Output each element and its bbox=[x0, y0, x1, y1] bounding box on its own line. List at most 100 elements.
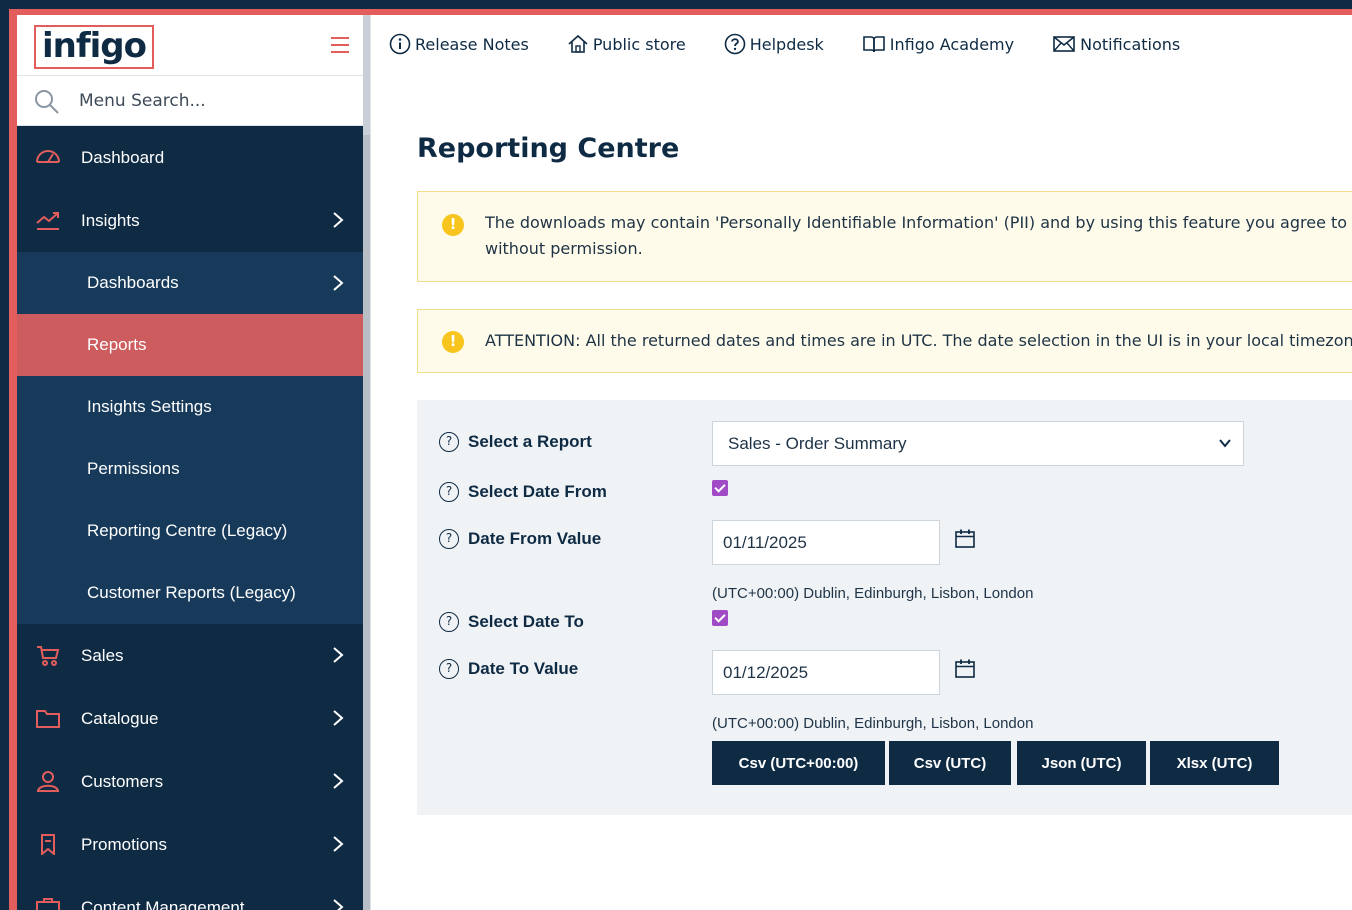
sidebar-item-reports[interactable]: Reports bbox=[17, 314, 363, 376]
sidebar-item-label: Promotions bbox=[81, 834, 167, 854]
date-from-input[interactable] bbox=[712, 520, 940, 565]
release-notes-link[interactable]: Release Notes bbox=[389, 33, 529, 55]
public-store-link[interactable]: Public store bbox=[567, 33, 686, 55]
menu-search-input[interactable] bbox=[79, 87, 339, 115]
chevron-right-icon bbox=[333, 275, 344, 291]
sidebar-item-label: Catalogue bbox=[81, 708, 159, 728]
sidebar-scrollbar-thumb[interactable] bbox=[363, 135, 370, 910]
download-json-utc-button[interactable]: Json (UTC) bbox=[1017, 741, 1146, 785]
cart-icon bbox=[37, 646, 60, 666]
release-notes-label: Release Notes bbox=[415, 34, 529, 54]
date-to-input[interactable] bbox=[712, 650, 940, 695]
sidebar-item-customer-reports-legacy[interactable]: Customer Reports (Legacy) bbox=[17, 562, 363, 624]
book-open-icon bbox=[862, 36, 885, 53]
report-select[interactable]: Sales - Order Summary bbox=[712, 421, 1244, 466]
chart-trend-icon bbox=[36, 212, 59, 230]
chevron-right-icon bbox=[333, 212, 344, 228]
sidebar-menu: Dashboard Insights Dashboards Reports In… bbox=[17, 126, 363, 910]
sidebar-item-content-management[interactable]: Content Management bbox=[17, 876, 363, 910]
timezone-note-from: (UTC+00:00) Dublin, Edinburgh, Lisbon, L… bbox=[712, 585, 1034, 602]
helpdesk-link[interactable]: Helpdesk bbox=[724, 33, 824, 55]
pii-warning-line-1: The downloads may contain 'Personally Id… bbox=[485, 213, 1352, 232]
sidebar-item-label: Reports bbox=[87, 335, 147, 354]
sidebar-item-label: Insights bbox=[81, 210, 140, 230]
sidebar-divider bbox=[370, 15, 371, 910]
select-date-from-checkbox[interactable] bbox=[712, 480, 728, 496]
warning-icon bbox=[442, 214, 464, 236]
chevron-down-icon bbox=[1219, 439, 1231, 448]
date-from-label-text: Date From Value bbox=[468, 529, 602, 548]
page-title: Reporting Centre bbox=[417, 133, 680, 164]
home-icon bbox=[568, 34, 588, 53]
info-circle-icon bbox=[389, 33, 411, 55]
sidebar-scrollbar[interactable] bbox=[363, 15, 370, 910]
report-form: ? Select a Report Sales - Order Summary … bbox=[417, 400, 1352, 815]
menu-search bbox=[17, 76, 363, 126]
download-csv-local-button[interactable]: Csv (UTC+00:00) bbox=[712, 741, 885, 785]
download-csv-utc-button[interactable]: Csv (UTC) bbox=[889, 741, 1011, 785]
download-xlsx-utc-button[interactable]: Xlsx (UTC) bbox=[1150, 741, 1279, 785]
hamburger-menu-icon[interactable] bbox=[331, 37, 349, 53]
sidebar: infigo Dashboard Insights Dashboards Rep… bbox=[17, 15, 363, 910]
pii-warning-line-2: without permission. bbox=[485, 239, 643, 258]
chevron-right-icon bbox=[333, 836, 344, 852]
select-date-to-label-text: Select Date To bbox=[468, 612, 584, 631]
help-circle-icon[interactable]: ? bbox=[439, 659, 459, 679]
date-from-label: ? Date From Value bbox=[439, 529, 601, 549]
sidebar-item-permissions[interactable]: Permissions bbox=[17, 438, 363, 500]
chevron-right-icon bbox=[333, 899, 344, 910]
briefcase-icon bbox=[36, 898, 60, 910]
sidebar-item-insights[interactable]: Insights bbox=[17, 189, 363, 252]
sidebar-item-label: Customers bbox=[81, 771, 164, 791]
public-store-label: Public store bbox=[592, 34, 686, 54]
sidebar-item-label: Insights Settings bbox=[87, 397, 212, 416]
helpdesk-label: Helpdesk bbox=[749, 34, 824, 54]
notifications-label: Notifications bbox=[1080, 34, 1181, 54]
sidebar-item-label: Reporting Centre (Legacy) bbox=[87, 521, 288, 540]
envelope-icon bbox=[1053, 36, 1075, 52]
select-date-to-checkbox[interactable] bbox=[712, 610, 728, 626]
sidebar-item-reporting-centre-legacy[interactable]: Reporting Centre (Legacy) bbox=[17, 500, 363, 562]
folder-icon bbox=[36, 710, 60, 728]
logo-bar: infigo bbox=[17, 15, 363, 76]
timezone-note-to: (UTC+00:00) Dublin, Edinburgh, Lisbon, L… bbox=[712, 715, 1034, 732]
help-circle-icon[interactable]: ? bbox=[439, 529, 459, 549]
infigo-academy-label: Infigo Academy bbox=[889, 34, 1015, 54]
sidebar-item-label: Content Management bbox=[81, 897, 245, 910]
sidebar-item-label: Sales bbox=[81, 645, 124, 665]
help-circle-icon[interactable]: ? bbox=[439, 432, 459, 452]
sidebar-item-catalogue[interactable]: Catalogue bbox=[17, 687, 363, 750]
sidebar-item-promotions[interactable]: Promotions bbox=[17, 813, 363, 876]
sidebar-item-label: Permissions bbox=[87, 459, 180, 478]
help-circle-icon[interactable]: ? bbox=[439, 482, 459, 502]
select-date-to-label: ? Select Date To bbox=[439, 612, 584, 632]
chevron-right-icon bbox=[333, 710, 344, 726]
top-navigation: Release Notes Public store Helpdesk Infi… bbox=[389, 32, 1218, 56]
sidebar-item-dashboards[interactable]: Dashboards bbox=[17, 252, 363, 314]
select-report-label: ? Select a Report bbox=[439, 432, 592, 452]
dashboard-gauge-icon bbox=[36, 150, 60, 163]
sidebar-item-label: Customer Reports (Legacy) bbox=[87, 583, 296, 602]
calendar-icon[interactable] bbox=[954, 658, 976, 680]
help-circle-icon bbox=[724, 33, 746, 55]
help-circle-icon[interactable]: ? bbox=[439, 612, 459, 632]
calendar-icon[interactable] bbox=[954, 528, 976, 550]
sidebar-item-insights-settings[interactable]: Insights Settings bbox=[17, 376, 363, 438]
bookmark-icon bbox=[41, 834, 55, 855]
sidebar-item-sales[interactable]: Sales bbox=[17, 624, 363, 687]
pii-warning-alert: The downloads may contain 'Personally Id… bbox=[417, 191, 1352, 282]
infigo-logo[interactable]: infigo bbox=[34, 25, 155, 69]
notifications-link[interactable]: Notifications bbox=[1052, 33, 1180, 55]
warning-icon bbox=[442, 331, 464, 353]
sidebar-item-customers[interactable]: Customers bbox=[17, 750, 363, 813]
sidebar-item-dashboard[interactable]: Dashboard bbox=[17, 126, 363, 189]
chevron-right-icon bbox=[333, 647, 344, 663]
date-to-label-text: Date To Value bbox=[468, 659, 579, 678]
sidebar-item-label: Dashboards bbox=[87, 273, 179, 292]
select-date-from-label-text: Select Date From bbox=[468, 482, 607, 501]
infigo-academy-link[interactable]: Infigo Academy bbox=[862, 33, 1014, 55]
pii-warning-text: The downloads may contain 'Personally Id… bbox=[485, 210, 1352, 262]
select-report-label-text: Select a Report bbox=[468, 432, 592, 451]
user-icon bbox=[36, 771, 60, 792]
date-to-label: ? Date To Value bbox=[439, 659, 578, 679]
